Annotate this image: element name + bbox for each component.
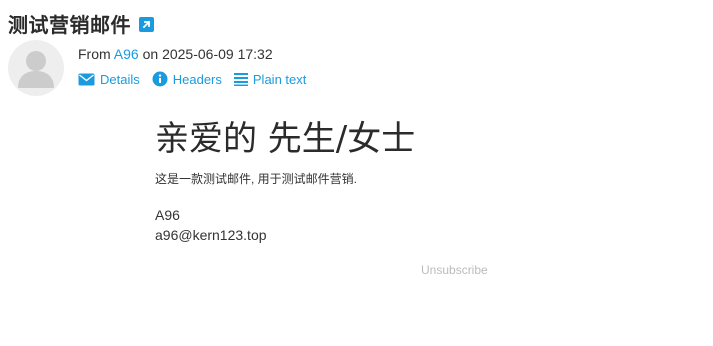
intro-text: 这是一款测试邮件, 用于测试邮件营销. bbox=[155, 172, 358, 186]
signature-name: A96 bbox=[155, 207, 180, 223]
greeting-heading: 亲爱的 先生/女士 bbox=[155, 119, 416, 159]
signature-email: a96@kern123.top bbox=[155, 227, 267, 243]
email-subject: 测试营销邮件 bbox=[8, 13, 131, 37]
info-icon bbox=[152, 71, 168, 87]
headers-label: Headers bbox=[172, 71, 222, 87]
sender-line: From A96 on 2025-06-09 17:32 bbox=[78, 46, 273, 62]
details-button[interactable]: Details bbox=[78, 72, 140, 87]
email-date: 2025-06-09 17:32 bbox=[162, 46, 273, 62]
external-link-icon[interactable] bbox=[139, 17, 154, 32]
avatar-placeholder-icon bbox=[18, 51, 54, 88]
plain-text-label: Plain text bbox=[252, 71, 307, 87]
message-body: 亲爱的 先生/女士 这是一款测试邮件, 用于测试邮件营销. A96 a96@ke… bbox=[155, 118, 535, 243]
message-actions: Details Headers Plain text bbox=[78, 71, 306, 87]
lines-icon bbox=[233, 73, 248, 86]
details-label: Details bbox=[100, 71, 140, 87]
subject-row: 测试营销邮件 bbox=[8, 9, 154, 38]
unsubscribe-link[interactable]: Unsubscribe bbox=[421, 263, 488, 277]
from-label: From bbox=[78, 46, 111, 62]
date-prefix: on bbox=[142, 46, 159, 62]
sender-link[interactable]: A96 bbox=[114, 46, 139, 62]
headers-button[interactable]: Headers bbox=[152, 71, 222, 87]
avatar bbox=[8, 40, 64, 96]
plain-text-button[interactable]: Plain text bbox=[233, 71, 307, 87]
envelope-icon bbox=[78, 73, 95, 85]
